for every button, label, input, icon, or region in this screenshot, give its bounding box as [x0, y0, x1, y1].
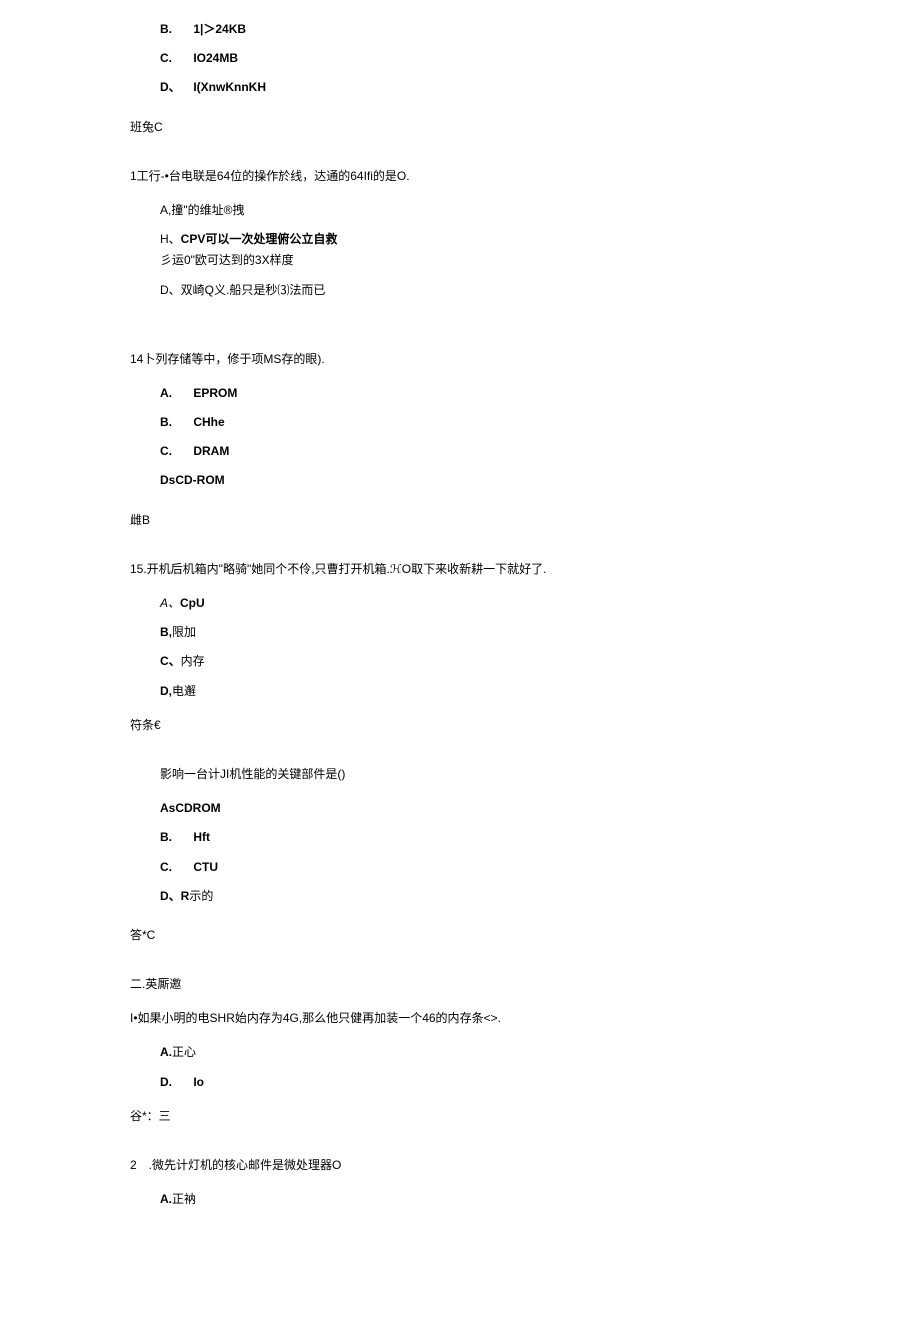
- question-text: I•如果小明的电SHR始内存为4G,那么他只健再加装一个46的内存条<>.: [130, 1011, 501, 1025]
- option-text: 撞"的维址®拽: [171, 203, 244, 217]
- option-c: C、内存: [160, 652, 790, 671]
- q14-answer: 雌B: [130, 511, 790, 530]
- option-extra: 彡运0"欧可达到的3X样度: [160, 251, 790, 270]
- option-label: B,: [160, 625, 172, 639]
- option-label: A,: [160, 203, 171, 217]
- s2q2-options: A.正衲: [130, 1190, 790, 1209]
- option-label: D,: [160, 684, 172, 698]
- option-label: A.: [160, 1192, 172, 1206]
- s2q1-options: A.正心 D. Io: [130, 1043, 790, 1091]
- s2q1-answer: 谷*：三: [130, 1107, 790, 1126]
- option-text: EPROM: [193, 386, 237, 400]
- option-label: C.: [160, 49, 190, 68]
- option-text: 限加: [172, 625, 196, 639]
- option-text-suffix: 示的: [189, 889, 213, 903]
- option-d: D. Io: [160, 1073, 790, 1092]
- option-label: C.: [160, 858, 190, 877]
- option-label: A、: [160, 596, 180, 610]
- q16-block: 影响一台计JI机性能的关键部件是() AsCDROM B. Hft C. CTU…: [130, 765, 790, 906]
- option-text: 正衲: [172, 1192, 196, 1206]
- question-text: 1工行-•台电联是64位的操作於线，达通的64Ifi的是O.: [130, 169, 410, 183]
- option-d: D、 I(XnwKnnKH: [160, 78, 790, 97]
- option-text: Io: [193, 1075, 204, 1089]
- option-label: D、: [160, 78, 190, 97]
- option-d: D、R示的: [160, 887, 790, 906]
- option-b: B. CHhe: [160, 413, 790, 432]
- option-label: A.: [160, 1045, 172, 1059]
- option-label: A.: [160, 384, 190, 403]
- option-label: C、: [160, 654, 181, 668]
- q16-question: 影响一台计JI机性能的关键部件是(): [160, 765, 790, 784]
- q12-options: B. 1|＞24KB C. IO24MB D、 I(XnwKnnKH: [130, 20, 790, 98]
- option-text: 双崎Q义.船只是秒⑶法而已: [181, 283, 326, 297]
- option-text: CPV可以一次处理俯公立自救: [181, 232, 338, 246]
- q16-answer: 答*C: [130, 926, 790, 945]
- option-a: A. EPROM: [160, 384, 790, 403]
- option-label: H、: [160, 232, 181, 246]
- option-label: D.: [160, 1073, 190, 1092]
- option-b: B. 1|＞24KB: [160, 20, 790, 39]
- section2-header: 二.英厮邀: [130, 975, 790, 994]
- option-label: B.: [160, 413, 190, 432]
- question-text: 14卜列存储等中，修于项MS存的眼).: [130, 352, 325, 366]
- q13-options: A,撞"的维址®拽 H、CPV可以一次处理俯公立自救 彡运0"欧可达到的3X样度…: [130, 201, 790, 300]
- option-text: CHhe: [193, 415, 224, 429]
- option-label: C.: [160, 442, 190, 461]
- option-a: A.正心: [160, 1043, 790, 1062]
- option-b: B,限加: [160, 623, 790, 642]
- option-a: A.正衲: [160, 1190, 790, 1209]
- option-d: DsCD-ROM: [160, 471, 790, 490]
- option-a: A,撞"的维址®拽: [160, 201, 790, 220]
- q14-options: A. EPROM B. CHhe C. DRAM DsCD-ROM: [130, 384, 790, 491]
- option-text: 彡运0"欧可达到的3X样度: [160, 253, 294, 267]
- option-label: D、: [160, 889, 181, 903]
- option-text: AsCDROM: [160, 801, 221, 815]
- option-text: 1|＞24KB: [193, 22, 246, 36]
- option-c: C. DRAM: [160, 442, 790, 461]
- s2q1-question: I•如果小明的电SHR始内存为4G,那么他只健再加装一个46的内存条<>.: [130, 1009, 790, 1028]
- question-text: 2 .微先计灯机的核心邮件是微处理器O: [130, 1158, 341, 1172]
- option-text: 电邂: [172, 684, 196, 698]
- option-label: B.: [160, 20, 190, 39]
- option-text: DsCD-ROM: [160, 473, 225, 487]
- option-text: 正心: [172, 1045, 196, 1059]
- option-d: D、双崎Q义.船只是秒⑶法而已: [160, 281, 790, 300]
- question-text: 15.开机后机箱内"略骑"她同个不伶,只曹打开机箱.ℋO取下来收新耕一下就好了.: [130, 562, 546, 576]
- option-text: IO24MB: [193, 51, 238, 65]
- option-text: 内存: [181, 654, 205, 668]
- q15-options: A、CpU B,限加 C、内存 D,电邂: [130, 594, 790, 701]
- option-c: C. IO24MB: [160, 49, 790, 68]
- option-text: Hft: [193, 830, 210, 844]
- q14-question: 14卜列存储等中，修于项MS存的眼).: [130, 350, 790, 369]
- q15-answer: 符条€: [130, 716, 790, 735]
- option-c: C. CTU: [160, 858, 790, 877]
- s2q2-question: 2 .微先计灯机的核心邮件是微处理器O: [130, 1156, 790, 1175]
- option-b: B. Hft: [160, 828, 790, 847]
- option-text: I(XnwKnnKH: [193, 80, 266, 94]
- q13-question: 1工行-•台电联是64位的操作於线，达通的64Ifi的是O.: [130, 167, 790, 186]
- option-text: CTU: [193, 860, 218, 874]
- option-a: AsCDROM: [160, 799, 790, 818]
- option-label: D、: [160, 283, 181, 297]
- option-a: A、CpU: [160, 594, 790, 613]
- option-d: D,电邂: [160, 682, 790, 701]
- option-h: H、CPV可以一次处理俯公立自救: [160, 230, 790, 249]
- option-text: DRAM: [193, 444, 229, 458]
- option-label: B.: [160, 828, 190, 847]
- option-text: CpU: [180, 596, 205, 610]
- q12-answer: 班兔C: [130, 118, 790, 137]
- q15-question: 15.开机后机箱内"略骑"她同个不伶,只曹打开机箱.ℋO取下来收新耕一下就好了.: [130, 560, 790, 579]
